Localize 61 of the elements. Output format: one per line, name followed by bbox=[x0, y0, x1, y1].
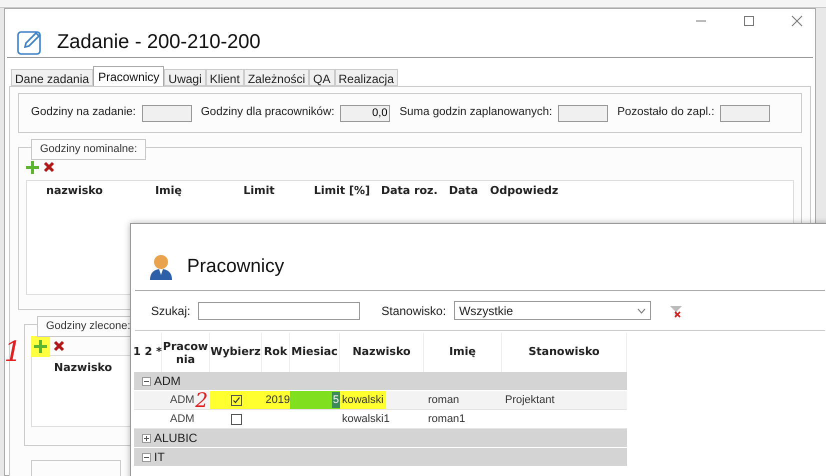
tab[interactable]: Uwagi bbox=[164, 69, 206, 86]
position-label: Stanowisko: bbox=[381, 302, 446, 320]
group-row[interactable]: ADM bbox=[134, 372, 627, 391]
column-header: Odpowiedz bbox=[490, 182, 557, 199]
field-label: Godziny dla pracowników: bbox=[200, 105, 334, 120]
table-cell: kowalski bbox=[340, 391, 386, 409]
window-title: Zadanie - 200-210-200 bbox=[57, 30, 260, 55]
group-label: ALUBIC bbox=[154, 430, 198, 447]
person-icon bbox=[149, 254, 173, 280]
hours-field[interactable] bbox=[720, 104, 770, 122]
field-label: Godziny na zadanie: bbox=[31, 105, 136, 120]
table-cell-text: ADM bbox=[170, 412, 194, 427]
position-dropdown[interactable]: Wszystkie bbox=[454, 301, 652, 320]
tab[interactable]: Klient bbox=[206, 69, 244, 86]
checkbox[interactable] bbox=[230, 394, 242, 406]
collapse-icon[interactable] bbox=[142, 376, 151, 386]
table-cell-text: Projektant bbox=[504, 392, 556, 408]
hours-field[interactable] bbox=[558, 104, 608, 122]
group-label: IT bbox=[154, 449, 165, 466]
table-cell-text: kowalski1 bbox=[341, 412, 391, 427]
search-field[interactable] bbox=[198, 302, 360, 320]
close-icon[interactable] bbox=[791, 15, 803, 27]
group-title: Godziny nominalne: bbox=[31, 139, 146, 160]
tab[interactable]: Dane zadania bbox=[11, 69, 94, 86]
search-label: Szukaj: bbox=[151, 302, 190, 320]
table-cell-text: roman bbox=[427, 392, 460, 408]
column-header: Nazwisko bbox=[53, 360, 114, 376]
dialog-title: Pracownicy bbox=[187, 254, 284, 279]
delete-icon[interactable] bbox=[43, 161, 55, 173]
table-cell[interactable]: 5 bbox=[332, 392, 340, 408]
hours-field[interactable] bbox=[142, 104, 192, 122]
collapse-icon[interactable] bbox=[142, 452, 151, 462]
tab[interactable]: QA bbox=[309, 69, 335, 86]
column-header: Limit [%] bbox=[312, 182, 372, 199]
tab[interactable]: Zależności bbox=[244, 69, 310, 86]
table-cell-text: 2019 bbox=[266, 392, 290, 408]
add-icon[interactable] bbox=[26, 160, 39, 174]
expand-icon[interactable] bbox=[142, 434, 151, 442]
field-label: Suma godzin zaplanowanych: bbox=[399, 105, 552, 120]
column-header: Limit bbox=[242, 182, 276, 199]
hours-field[interactable]: 0,0 bbox=[340, 104, 390, 122]
annotation-number: 1 bbox=[4, 338, 22, 366]
column-header: nazwisko bbox=[45, 182, 104, 199]
table-cell-text: ADM bbox=[170, 392, 194, 408]
delete-icon[interactable] bbox=[53, 340, 65, 352]
group-row[interactable]: IT bbox=[134, 448, 627, 467]
column-header: Data roz. bbox=[381, 182, 437, 199]
column-header: Imię bbox=[154, 182, 183, 199]
pencil-icon bbox=[17, 29, 43, 55]
field-label: Pozostało do zapl.: bbox=[617, 105, 714, 120]
column-header: Data bbox=[448, 182, 480, 199]
checkbox[interactable] bbox=[230, 414, 242, 424]
tab[interactable]: Realizacja bbox=[334, 69, 398, 86]
table-cell-text: roman1 bbox=[427, 412, 466, 427]
group-row[interactable]: ALUBIC bbox=[134, 429, 627, 448]
maximize-icon[interactable] bbox=[743, 15, 755, 27]
filter-clear-icon[interactable] bbox=[669, 304, 684, 318]
tab[interactable]: Pracownicy bbox=[93, 66, 164, 86]
chevron-down-icon bbox=[637, 308, 646, 314]
annotation-number: 2 bbox=[195, 390, 209, 410]
group-label: ADM bbox=[154, 373, 181, 390]
